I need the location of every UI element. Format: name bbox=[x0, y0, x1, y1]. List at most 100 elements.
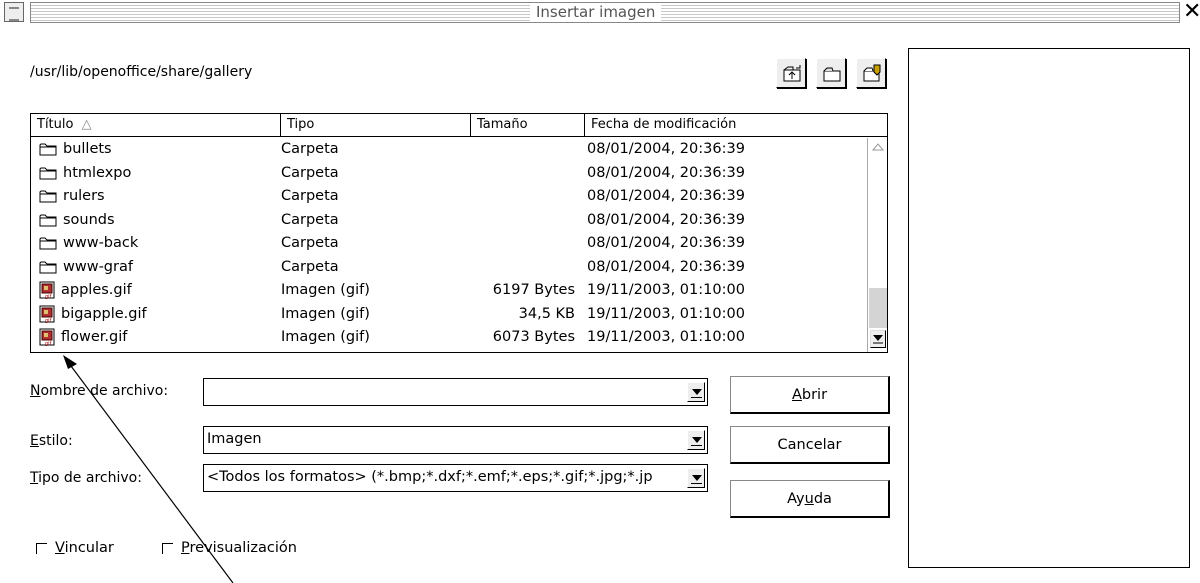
style-combobox[interactable]: Imagen bbox=[203, 426, 708, 454]
file-name-cell: gif bigapple.gif bbox=[39, 303, 147, 326]
file-row[interactable]: bullets Carpeta 08/01/2004, 20:36:39 bbox=[31, 138, 861, 161]
file-type-cell: Carpeta bbox=[281, 188, 339, 204]
file-date-cell: 08/01/2004, 20:36:39 bbox=[587, 235, 745, 251]
window-menu-icon[interactable] bbox=[4, 2, 24, 22]
window-title: Insertar imagen bbox=[530, 3, 662, 21]
file-name-cell: rulers bbox=[39, 185, 105, 208]
file-name-cell: bullets bbox=[39, 138, 112, 161]
insert-image-dialog: /usr/lib/openoffice/share/gallery Título… bbox=[0, 28, 1200, 583]
file-type-cell: Carpeta bbox=[281, 211, 339, 228]
help-button[interactable]: Ayuda bbox=[730, 480, 890, 518]
file-name-cell: www-graf bbox=[39, 256, 133, 279]
file-date-cell: 08/01/2004, 20:36:39 bbox=[587, 258, 745, 275]
file-size-cell: 34,5 KB bbox=[518, 305, 575, 322]
file-row[interactable]: www-back Carpeta 08/01/2004, 20:36:39 bbox=[31, 232, 861, 255]
file-size-cell bbox=[461, 209, 575, 232]
filetype-dropdown-arrow[interactable] bbox=[687, 468, 705, 488]
file-date-cell: 19/11/2003, 01:10:00 bbox=[587, 329, 745, 345]
file-size-cell: 6197 Bytes bbox=[492, 282, 575, 298]
file-date-cell: 08/01/2004, 20:36:39 bbox=[587, 164, 745, 181]
folder-icon bbox=[39, 237, 57, 250]
file-type-cell: Imagen (gif) bbox=[281, 305, 370, 322]
file-list-scrollbar[interactable] bbox=[867, 138, 887, 352]
file-type-cell: Carpeta bbox=[281, 164, 339, 181]
standard-directory-button[interactable] bbox=[856, 58, 886, 88]
open-button[interactable]: Abrir bbox=[730, 376, 890, 414]
svg-text:gif: gif bbox=[45, 318, 52, 323]
file-type-cell: Carpeta bbox=[281, 141, 339, 157]
scroll-thumb[interactable] bbox=[869, 288, 887, 328]
column-header-size[interactable]: Tamaño bbox=[471, 114, 585, 136]
column-header-title[interactable]: Título △ bbox=[31, 114, 281, 136]
link-checkbox[interactable]: Vincular bbox=[36, 539, 114, 557]
link-checkbox-box[interactable] bbox=[36, 542, 47, 554]
file-name-cell: sounds bbox=[39, 209, 115, 232]
column-header-date[interactable]: Fecha de modificación bbox=[585, 114, 887, 136]
file-size-cell bbox=[461, 162, 575, 185]
current-path: /usr/lib/openoffice/share/gallery bbox=[30, 64, 253, 80]
new-folder-button[interactable] bbox=[816, 58, 846, 88]
gif-file-icon: gif bbox=[39, 305, 55, 323]
folder-icon bbox=[39, 214, 57, 226]
file-size-cell bbox=[461, 138, 575, 161]
scroll-up-icon bbox=[871, 143, 885, 151]
file-row[interactable]: htmlexpo Carpeta 08/01/2004, 20:36:39 bbox=[31, 162, 861, 185]
title-bar[interactable]: Insertar imagen ✕ bbox=[0, 0, 1200, 28]
file-size-cell bbox=[461, 256, 575, 279]
file-type-cell: Carpeta bbox=[281, 235, 339, 251]
filename-dropdown-arrow[interactable] bbox=[687, 382, 705, 402]
file-size-cell bbox=[461, 232, 575, 255]
file-row[interactable]: sounds Carpeta 08/01/2004, 20:36:39 bbox=[31, 209, 861, 232]
file-date-cell: 08/01/2004, 20:36:39 bbox=[587, 211, 745, 228]
file-row[interactable]: www-graf Carpeta 08/01/2004, 20:36:39 bbox=[31, 256, 861, 279]
file-row[interactable]: gif flower.gif Imagen (gif) 6073 Bytes 19/11… bbox=[31, 326, 861, 349]
style-value: Imagen bbox=[207, 431, 262, 447]
image-preview-panel bbox=[908, 48, 1190, 568]
file-list[interactable]: Título △ Tipo Tamaño Fecha de modificaci… bbox=[30, 113, 888, 353]
filename-combobox[interactable] bbox=[203, 378, 708, 406]
file-size-cell bbox=[461, 185, 575, 208]
folder-icon bbox=[39, 261, 57, 273]
preview-checkbox[interactable]: Previsualización bbox=[162, 539, 297, 557]
standard-dir-icon bbox=[863, 64, 881, 82]
preview-checkbox-box[interactable] bbox=[162, 542, 173, 554]
scroll-down-icon bbox=[873, 335, 883, 344]
file-type-cell: Imagen (gif) bbox=[281, 282, 370, 298]
new-folder-icon bbox=[823, 67, 841, 82]
file-name-cell: gif flower.gif bbox=[39, 326, 127, 349]
file-row[interactable]: rulers Carpeta 08/01/2004, 20:36:39 bbox=[31, 185, 861, 208]
file-name-cell: www-back bbox=[39, 232, 138, 255]
svg-text:gif: gif bbox=[45, 294, 52, 299]
file-size-cell: 6073 Bytes bbox=[492, 329, 575, 345]
style-label: Estilo: bbox=[30, 433, 73, 449]
folder-up-icon bbox=[783, 65, 801, 82]
filetype-value: <Todos los formatos> (*.bmp;*.dxf;*.emf;… bbox=[207, 469, 653, 485]
filetype-combobox[interactable]: <Todos los formatos> (*.bmp;*.dxf;*.emf;… bbox=[203, 464, 708, 492]
file-name-cell: gif apples.gif bbox=[39, 279, 132, 302]
style-dropdown-arrow[interactable] bbox=[687, 430, 705, 450]
gif-file-icon: gif bbox=[39, 281, 55, 299]
close-icon[interactable]: ✕ bbox=[1183, 1, 1200, 23]
filetype-label: Tipo de archivo: bbox=[30, 470, 142, 486]
folder-icon bbox=[39, 167, 57, 179]
scroll-down-button[interactable] bbox=[870, 330, 886, 348]
folder-icon bbox=[39, 143, 57, 156]
file-row[interactable]: gif bigapple.gif Imagen (gif) 34,5 KB 19/11/… bbox=[31, 303, 861, 326]
file-name-cell: htmlexpo bbox=[39, 162, 131, 185]
column-header-type[interactable]: Tipo bbox=[281, 114, 471, 136]
sort-ascending-icon: △ bbox=[81, 117, 92, 132]
folder-icon bbox=[39, 190, 57, 203]
file-date-cell: 08/01/2004, 20:36:39 bbox=[587, 188, 745, 204]
cancel-button[interactable]: Cancelar bbox=[730, 426, 890, 464]
file-list-header: Título △ Tipo Tamaño Fecha de modificaci… bbox=[31, 114, 887, 137]
file-type-cell: Imagen (gif) bbox=[281, 329, 370, 345]
file-date-cell: 08/01/2004, 20:36:39 bbox=[587, 141, 745, 157]
folder-up-button[interactable] bbox=[776, 58, 806, 88]
file-row[interactable]: gif apples.gif Imagen (gif) 6197 Bytes 19/11… bbox=[31, 279, 861, 302]
scroll-up-button[interactable] bbox=[870, 140, 886, 154]
file-type-cell: Carpeta bbox=[281, 258, 339, 275]
gif-file-icon: gif bbox=[39, 328, 55, 346]
svg-text:gif: gif bbox=[45, 341, 52, 346]
filename-label: Nombre de archivo: bbox=[30, 383, 169, 399]
file-date-cell: 19/11/2003, 01:10:00 bbox=[587, 282, 745, 298]
